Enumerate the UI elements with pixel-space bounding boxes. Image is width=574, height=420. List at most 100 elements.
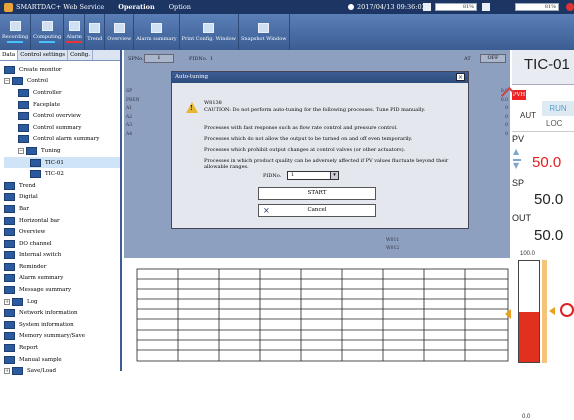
tree-item-do-channel[interactable]: DO channel <box>4 238 120 250</box>
sidebar: Data Control settings Config. Create mon… <box>0 50 122 376</box>
sp-label: SP <box>512 178 525 188</box>
tree-item-control[interactable]: − Control <box>4 76 120 88</box>
alarm-indicator-icon <box>566 3 574 11</box>
tree-item-reminder[interactable]: Reminder <box>4 261 120 273</box>
bullet-item: Processes in which product quality can b… <box>204 158 449 170</box>
pidno-label: PIDNo. <box>189 56 208 62</box>
out-value: 50.0 <box>534 227 564 244</box>
tree-item-tic-02[interactable]: TIC-02 <box>4 168 120 180</box>
tree-item-bar[interactable]: Bar <box>4 203 120 215</box>
sp-value: 50.0 <box>534 191 564 208</box>
network-icon <box>4 309 15 318</box>
media-meter: 81% <box>515 3 559 11</box>
toolbar: Recording Computing Alarm Trend Overview… <box>0 14 574 50</box>
start-button[interactable]: START <box>258 187 376 200</box>
tree-item-control-overview[interactable]: Control overview <box>4 110 120 122</box>
alarm-button[interactable]: Alarm <box>64 14 86 50</box>
recording-button[interactable]: Recording <box>0 14 32 50</box>
memory-icon <box>4 332 15 341</box>
digital-icon <box>4 193 15 202</box>
collapse-icon[interactable]: − <box>4 78 10 85</box>
tree-item-horizontal-bar[interactable]: Horizontal bar <box>4 215 120 227</box>
clock: 2017/04/13 09:36:03 <box>348 3 426 11</box>
mode-aut[interactable]: AUT <box>520 111 536 120</box>
app-title: SMARTDAC+ Web Service <box>16 3 105 11</box>
memory-meter: 81% <box>435 3 477 11</box>
cancel-button[interactable]: × Cancel <box>258 204 376 217</box>
tree-item-report[interactable]: Report <box>4 342 120 354</box>
bar-icon <box>4 204 15 213</box>
tree-item-network-information[interactable]: Network information <box>4 307 120 319</box>
cancel-icon: × <box>263 206 270 215</box>
auto-tuning-dialog: Auto-tuning × ! W8138 CAUTION: Do not pe… <box>171 71 469 229</box>
tree-item-alarm-summary[interactable]: Alarm summary <box>4 273 120 285</box>
report-icon <box>4 344 15 353</box>
overview-button[interactable]: Overview <box>105 14 135 50</box>
tree-item-log[interactable]: + Log <box>4 296 120 308</box>
spno-field[interactable]: 1 <box>144 54 174 63</box>
sidebar-tabs: Data Control settings Config. <box>0 50 120 61</box>
do-channel-icon <box>4 239 15 248</box>
bullet-item: Processes which do not allow the output … <box>204 136 413 142</box>
caution-text: CAUTION: Do not perform auto-tuning for … <box>204 107 426 113</box>
snapshot-button[interactable]: Snapshot Window <box>239 14 290 50</box>
tab-data[interactable]: Data <box>0 50 19 60</box>
tree-item-tic-01[interactable]: TIC-01 <box>4 156 120 169</box>
tab-control-settings[interactable]: Control settings <box>18 50 69 60</box>
tree-item-overview[interactable]: Overview <box>4 226 120 238</box>
reminder-icon <box>4 262 15 271</box>
bullet-item: Processes which prohibit output changes … <box>204 147 406 153</box>
tree-item-memory-summary[interactable]: Memory summary/Save <box>4 331 120 343</box>
pv-bar-fill <box>519 311 539 362</box>
tree-item-message-summary[interactable]: Message summary <box>4 284 120 296</box>
scroll-left-icon[interactable] <box>505 309 511 319</box>
param-labels: SP PBEN A1 A2 A3 A4 <box>126 89 140 137</box>
expand-icon[interactable]: + <box>4 368 10 375</box>
tree-item-system-information[interactable]: System information <box>4 319 120 331</box>
loop-icon <box>30 170 41 179</box>
at-status[interactable]: OFF <box>480 54 506 63</box>
tree-item-control-alarm-summary[interactable]: Control alarm summary <box>4 134 120 146</box>
pv-value: 50.0 <box>532 154 562 171</box>
tree-item-tuning[interactable]: − Tuning <box>4 145 120 157</box>
tree-item-controller[interactable]: Controller <box>4 87 120 99</box>
tree-item-internal-switch[interactable]: Internal switch <box>4 250 120 262</box>
mode-loc[interactable]: LOC <box>546 119 562 128</box>
dialog-title-bar: Auto-tuning × <box>172 72 468 83</box>
controller-icon <box>18 88 29 97</box>
pv-bar-graph <box>518 260 540 363</box>
tuning-icon <box>26 146 37 155</box>
print-config-button[interactable]: Print Config. Window <box>180 14 239 50</box>
menu-operation[interactable]: Operation <box>118 3 155 11</box>
alarm-icon <box>68 21 80 31</box>
system-icon <box>4 320 15 329</box>
tree-item-faceplate[interactable]: Faceplate <box>4 99 120 111</box>
tree-item-create-monitor[interactable]: Create monitor <box>4 64 120 76</box>
mode-run[interactable]: RUN <box>542 101 574 116</box>
chevron-down-icon[interactable]: ▾ <box>330 172 338 179</box>
tree-item-digital[interactable]: Digital <box>4 192 120 204</box>
horizontal-bar-icon <box>4 216 15 225</box>
computing-icon <box>41 21 53 31</box>
trend-icon <box>4 181 15 190</box>
close-icon[interactable]: × <box>456 73 465 81</box>
warning-code: W8138 <box>204 100 222 106</box>
tab-config[interactable]: Config. <box>68 50 94 60</box>
pidno-value: 1 <box>210 56 214 62</box>
menu-option[interactable]: Option <box>169 3 191 11</box>
alarm-summary-button[interactable]: Alarm summary <box>134 14 180 50</box>
tree-item-trend[interactable]: Trend <box>4 180 120 192</box>
trend-button[interactable]: Trend <box>85 14 106 50</box>
tree-item-control-summary[interactable]: Control summary <box>4 122 120 134</box>
summary-icon <box>18 123 29 132</box>
pidno-select[interactable]: 1 ▾ <box>287 171 339 180</box>
computing-button[interactable]: Computing <box>31 14 65 50</box>
tree-item-save-load[interactable]: + Save/Load <box>4 365 120 377</box>
overview-icon <box>18 112 29 121</box>
tree-item-manual-sample[interactable]: Manual sample <box>4 354 120 366</box>
out-gauge-icon <box>560 303 574 317</box>
sp-adjust-icons[interactable]: ▲ ▼ <box>513 148 521 170</box>
collapse-icon[interactable]: − <box>18 147 24 154</box>
expand-icon[interactable]: + <box>4 298 10 305</box>
overview-icon <box>113 22 125 33</box>
